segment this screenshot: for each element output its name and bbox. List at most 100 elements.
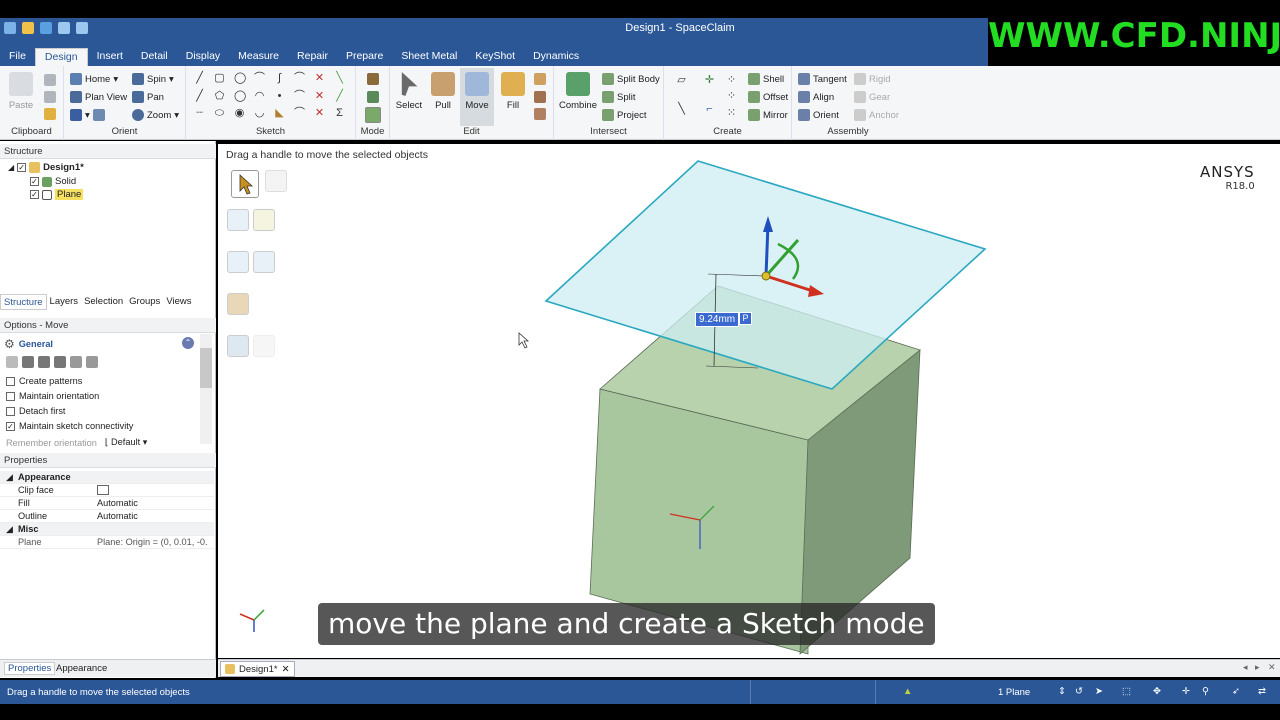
- tab-design[interactable]: Design: [34, 48, 88, 66]
- tree-item-plane[interactable]: ✓ Plane: [30, 189, 84, 200]
- extend-icon[interactable]: ✕: [314, 108, 325, 119]
- paste-button[interactable]: Paste: [4, 72, 38, 111]
- tree-item-design[interactable]: ◢ ✓ Design1*: [8, 162, 84, 173]
- warning-icon[interactable]: ▲: [903, 686, 912, 697]
- open-icon[interactable]: [22, 22, 34, 34]
- checkbox[interactable]: ✓: [30, 177, 39, 186]
- zoom-button[interactable]: Zoom ▾: [132, 109, 179, 121]
- close-document-icon[interactable]: ✕: [1268, 662, 1276, 673]
- fill-button[interactable]: Fill: [496, 72, 530, 111]
- split-line-icon[interactable]: ✕: [314, 91, 325, 102]
- project-curve-icon[interactable]: ╱: [334, 91, 345, 102]
- checkbox[interactable]: ✓: [30, 190, 39, 199]
- circle-center-icon[interactable]: ◉: [234, 108, 245, 119]
- tangent-button[interactable]: Tangent: [798, 73, 847, 85]
- misc-section[interactable]: ◢ Misc: [0, 523, 214, 536]
- tab-detail[interactable]: Detail: [132, 48, 177, 66]
- blend-icon[interactable]: [534, 73, 546, 85]
- tab-structure[interactable]: Structure: [0, 294, 47, 310]
- dimension-options-icon[interactable]: P: [739, 312, 752, 325]
- rigid-button[interactable]: Rigid: [854, 73, 891, 85]
- close-icon[interactable]: ✕: [282, 664, 290, 675]
- offset-curve-icon[interactable]: ╲: [334, 73, 345, 84]
- option-detach-first[interactable]: Detach first: [6, 406, 65, 416]
- clip-face-checkbox[interactable]: [97, 485, 109, 495]
- collapse-icon[interactable]: ◢: [8, 163, 14, 172]
- tab-groups[interactable]: Groups: [126, 294, 163, 310]
- option-tool-icon[interactable]: [86, 356, 98, 368]
- point-create-icon[interactable]: ⁘: [726, 75, 737, 86]
- property-row[interactable]: Plane Plane: Origin = (0, 0.01, -0.: [0, 536, 214, 549]
- equation-icon[interactable]: Σ: [334, 108, 345, 119]
- rectangle-icon[interactable]: ▢: [214, 73, 225, 84]
- tab-scroll-right-icon[interactable]: ▸: [1255, 662, 1260, 673]
- tweak-face-icon[interactable]: [534, 108, 546, 120]
- collapse-section-icon[interactable]: ⌃: [182, 337, 194, 349]
- axis-icon[interactable]: ✛: [704, 75, 715, 86]
- property-row[interactable]: Clip face: [0, 484, 214, 497]
- tangent-line-icon[interactable]: ╱: [194, 91, 205, 102]
- option-tool-icon[interactable]: [54, 356, 66, 368]
- options-scrollbar[interactable]: [200, 334, 212, 444]
- move-button[interactable]: Move: [460, 68, 494, 126]
- undo-selection-icon[interactable]: ↺: [1075, 686, 1083, 697]
- spline-icon[interactable]: ∫: [274, 73, 285, 84]
- tab-display[interactable]: Display: [177, 48, 229, 66]
- tab-insert[interactable]: Insert: [88, 48, 132, 66]
- trim-icon[interactable]: ✕: [314, 73, 325, 84]
- ellipse-icon[interactable]: ⬭: [214, 108, 225, 119]
- checkbox[interactable]: [6, 376, 15, 386]
- up-to-tool[interactable]: [227, 251, 249, 273]
- tree-item-solid[interactable]: ✓ Solid: [30, 176, 76, 187]
- arc-icon[interactable]: ⌒: [254, 73, 265, 84]
- zoom-view-icon[interactable]: ⚲: [1202, 686, 1209, 697]
- checkbox[interactable]: ✓: [17, 163, 27, 172]
- plane-icon[interactable]: ▱: [676, 75, 687, 86]
- anchor-button[interactable]: Anchor: [854, 109, 899, 121]
- box-select-icon[interactable]: ⬚: [1122, 686, 1131, 697]
- general-section[interactable]: ⚙ General: [4, 337, 53, 351]
- 3d-mode-icon[interactable]: [365, 107, 381, 123]
- tab-repair[interactable]: Repair: [288, 48, 337, 66]
- checkbox[interactable]: [6, 406, 15, 416]
- ruler-tool[interactable]: [253, 209, 275, 231]
- property-row[interactable]: Fill Automatic: [0, 497, 214, 510]
- tab-appearance[interactable]: Appearance: [56, 663, 107, 674]
- tab-properties[interactable]: Properties: [4, 662, 56, 675]
- mirror-button[interactable]: Mirror: [748, 109, 788, 121]
- arc-3pt-icon[interactable]: ◠: [254, 91, 265, 102]
- move-direction-tool[interactable]: [227, 209, 249, 231]
- gear-button[interactable]: Gear: [854, 91, 890, 103]
- anchor-tool[interactable]: [253, 251, 275, 273]
- app-icon[interactable]: [4, 22, 16, 34]
- tab-dynamics[interactable]: Dynamics: [524, 48, 588, 66]
- copy-icon[interactable]: [44, 91, 56, 103]
- sketch-mode-icon[interactable]: [367, 73, 379, 85]
- fillet-icon[interactable]: ◣: [274, 108, 285, 119]
- construction-line-icon[interactable]: ┈: [194, 108, 205, 119]
- 3d-viewport[interactable]: [218, 144, 1280, 658]
- move-complete-tool[interactable]: [227, 293, 249, 315]
- checkbox[interactable]: [6, 391, 15, 401]
- shell-button[interactable]: Shell: [748, 73, 784, 85]
- pan-view-icon[interactable]: ✛: [1182, 686, 1190, 697]
- select-body-tool[interactable]: [265, 170, 287, 192]
- selection-count[interactable]: 1 Plane: [998, 687, 1030, 698]
- line-create-icon[interactable]: ╲: [676, 104, 687, 115]
- doc-tab-design1[interactable]: Design1* ✕: [220, 661, 295, 677]
- tab-views[interactable]: Views: [163, 294, 194, 310]
- tab-prepare[interactable]: Prepare: [337, 48, 392, 66]
- option-tool-icon[interactable]: [22, 356, 34, 368]
- offset-button[interactable]: Offset: [748, 91, 788, 103]
- circle-icon[interactable]: ◯: [234, 73, 246, 84]
- select-button[interactable]: Select: [392, 72, 426, 111]
- circle-3pt-icon[interactable]: ◯: [234, 91, 246, 102]
- replace-icon[interactable]: [534, 91, 546, 103]
- option-tool-icon[interactable]: [6, 356, 18, 368]
- tab-measure[interactable]: Measure: [229, 48, 288, 66]
- option-tool-icon[interactable]: [70, 356, 82, 368]
- select-guide-tool[interactable]: [231, 170, 259, 198]
- select-mode-icon[interactable]: ➤: [1095, 686, 1103, 697]
- view-cube-button[interactable]: ▾: [70, 109, 105, 121]
- tab-layers[interactable]: Layers: [47, 294, 82, 310]
